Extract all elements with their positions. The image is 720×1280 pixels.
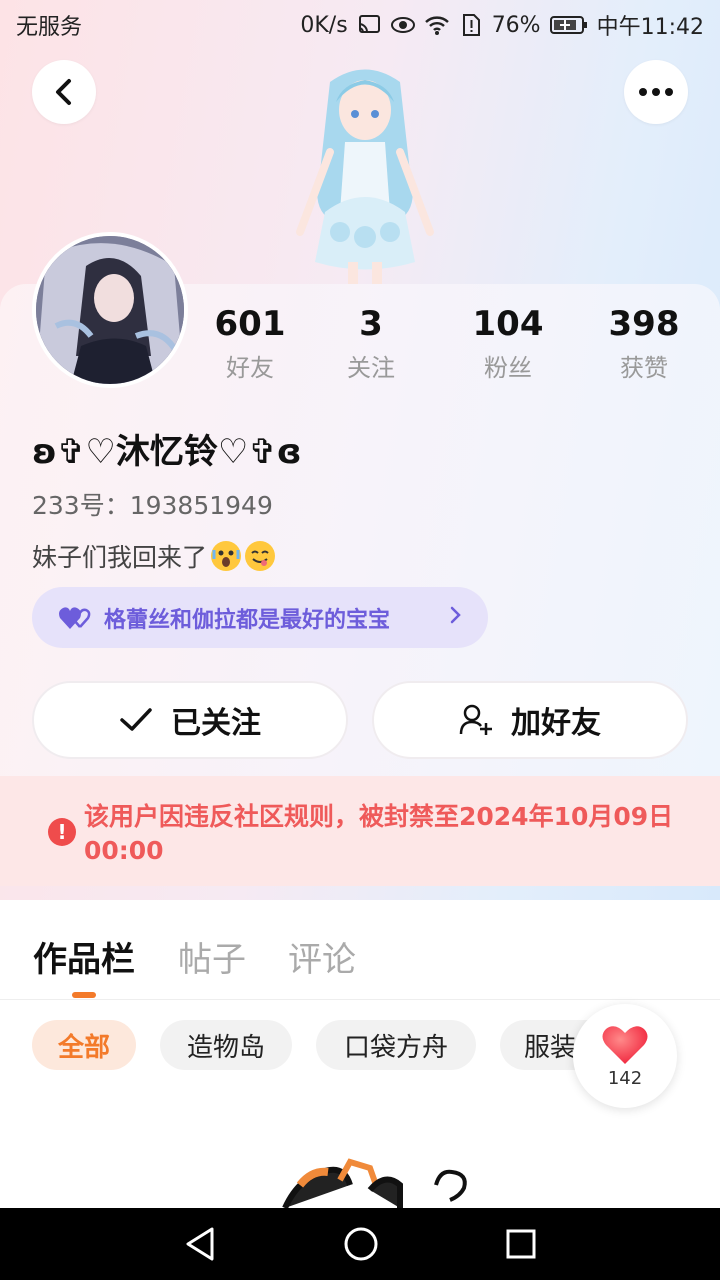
bio-text: 妹子们我回来了 xyxy=(32,543,208,572)
chip-pocket-ark[interactable]: 口袋方舟 xyxy=(316,1020,476,1070)
stat-following[interactable]: 3 关注 xyxy=(316,302,426,383)
back-button[interactable] xyxy=(32,60,96,124)
stat-label: 粉丝 xyxy=(484,354,532,382)
battery-charging-icon xyxy=(549,14,589,36)
chevron-right-icon xyxy=(450,605,462,630)
followed-label: 已关注 xyxy=(171,706,261,741)
tab-works[interactable]: 作品栏 xyxy=(33,932,135,981)
network-speed: 0K/s xyxy=(300,12,348,38)
empty-state-illustration xyxy=(282,1158,467,1208)
wifi-icon xyxy=(424,14,450,36)
tab-comments[interactable]: 评论 xyxy=(288,932,356,981)
stat-label: 关注 xyxy=(347,354,395,382)
stat-label: 获赞 xyxy=(620,354,668,382)
avatar[interactable] xyxy=(32,232,188,388)
stat-fans[interactable]: 104 粉丝 xyxy=(453,302,563,383)
like-bubble[interactable]: 142 xyxy=(573,1004,677,1108)
guild-badge[interactable]: 格蕾丝和伽拉都是最好的宝宝 xyxy=(32,587,488,648)
scream-emoji-icon xyxy=(211,541,242,571)
stat-likes[interactable]: 398 获赞 xyxy=(589,302,699,383)
stat-value: 3 xyxy=(359,304,383,344)
more-dots-icon xyxy=(639,88,673,96)
heart-icon xyxy=(602,1025,648,1064)
eye-icon xyxy=(390,14,416,36)
chip-all[interactable]: 全部 xyxy=(32,1020,136,1070)
nav-recents-icon[interactable] xyxy=(505,1228,537,1260)
ban-notice-text: 该用户因违反社区规则，被封禁至2024年10月09日 00:00 xyxy=(84,802,674,865)
system-nav-bar xyxy=(0,1208,720,1280)
stat-friends[interactable]: 601 好友 xyxy=(195,302,305,383)
sim-alert-icon xyxy=(458,14,484,36)
carrier-text: 无服务 xyxy=(16,15,83,40)
profile-stats: 601 好友 3 关注 104 粉丝 398 获赞 xyxy=(190,302,720,392)
add-user-icon xyxy=(459,704,492,735)
user-name: ʚ✞♡沐忆铃♡✞ɞ xyxy=(32,432,302,472)
status-bar: 无服务 0K/s 76% 中午11:42 xyxy=(0,0,720,50)
alert-icon: ! xyxy=(48,818,76,846)
tab-indicator xyxy=(72,992,96,998)
followed-button[interactable]: 已关注 xyxy=(32,681,348,759)
stat-value: 601 xyxy=(214,304,286,344)
like-count: 142 xyxy=(607,1067,643,1089)
double-heart-icon xyxy=(59,606,91,629)
more-button[interactable] xyxy=(624,60,688,124)
chevron-left-icon xyxy=(56,79,71,105)
cast-icon xyxy=(356,14,382,36)
stat-value: 104 xyxy=(472,304,544,344)
nav-back-icon[interactable] xyxy=(183,1226,217,1262)
stat-value: 398 xyxy=(608,304,680,344)
guild-text: 格蕾丝和伽拉都是最好的宝宝 xyxy=(104,607,391,633)
nav-home-icon[interactable] xyxy=(343,1226,379,1262)
add-friend-label: 加好友 xyxy=(511,706,601,741)
user-bio: 妹子们我回来了 xyxy=(32,538,276,574)
battery-percent: 76% xyxy=(491,12,541,38)
clock: 中午11:42 xyxy=(596,15,704,40)
ban-notice: ! 该用户因违反社区规则，被封禁至2024年10月09日 00:00 xyxy=(0,776,720,886)
add-friend-button[interactable]: 加好友 xyxy=(372,681,688,759)
check-icon xyxy=(120,708,152,731)
content-tabs: 作品栏 帖子 评论 xyxy=(0,910,720,1000)
tab-posts[interactable]: 帖子 xyxy=(178,932,246,981)
user-id: 233号：193851949 xyxy=(32,491,273,520)
works-content xyxy=(0,1090,720,1208)
stat-label: 好友 xyxy=(226,354,274,382)
yum-emoji-icon xyxy=(245,541,276,571)
character-figure xyxy=(270,62,460,288)
chip-creation-island[interactable]: 造物岛 xyxy=(160,1020,292,1070)
